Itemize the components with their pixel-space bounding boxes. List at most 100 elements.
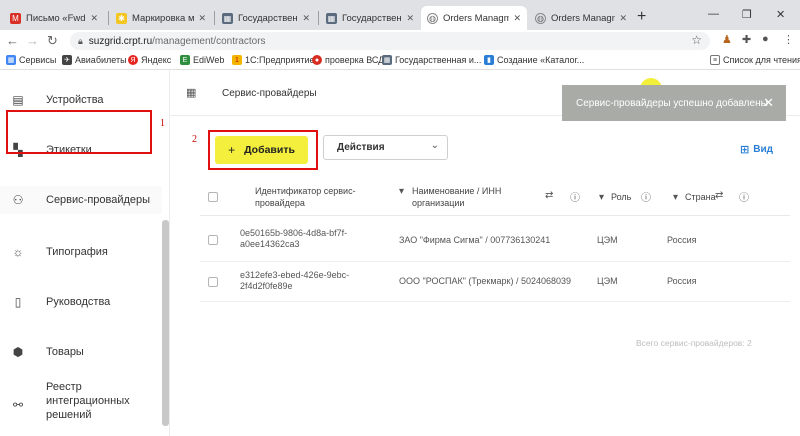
browser-tab[interactable]: ◍ Orders Managment ✕	[529, 6, 633, 30]
browser-toolbar: ← → ↻ 🔒︎ suzgrid.crpt.ru/management/cont…	[0, 30, 800, 52]
page-title: Сервис-провайдеры	[222, 88, 317, 99]
sidebar-item-label: Товары	[46, 346, 84, 358]
puzzle-icon[interactable]: ✚	[742, 33, 751, 46]
browser-tab[interactable]: ▦ Государственная и ✕	[216, 6, 316, 30]
browser-tab[interactable]: M Письмо «Fwd: Иде ✕	[4, 6, 104, 30]
toast-message: Сервис-провайдеры успешно добавлены	[576, 97, 768, 109]
tab-label: Государственная и	[238, 12, 298, 24]
back-icon[interactable]: ←	[6, 33, 19, 48]
forward-icon[interactable]: →	[26, 33, 39, 48]
toast-notification: Сервис-провайдеры успешно добавлены ✕	[562, 85, 786, 121]
bookmark-label: Создание «Каталог...	[497, 55, 585, 65]
cell-role: ЦЭМ	[597, 276, 618, 286]
reload-icon[interactable]: ↻	[47, 33, 58, 49]
bookmark-item[interactable]: ▦ Государственная и...	[382, 55, 481, 65]
view-label: Вид	[753, 144, 773, 155]
sidebar-item-goods[interactable]: ⬢ Товары	[0, 338, 162, 366]
cell-country: Россия	[667, 235, 697, 245]
cell-role: ЦЭМ	[597, 235, 618, 245]
url-path: /management/contractors	[152, 35, 266, 47]
bookmark-star-icon[interactable]: ☆	[691, 33, 702, 47]
filter-icon[interactable]: ⇄	[715, 190, 723, 201]
table-row[interactable]: 0e50165b-9806-4d8a-bf7f-a0ee14362ca3 ЗАО…	[200, 218, 790, 262]
tab-label: Orders Managment	[551, 12, 615, 24]
table-row[interactable]: e312efe3-ebed-426e-9ebc-2f4d2f0fe89e ООО…	[200, 262, 790, 302]
close-icon[interactable]: ✕	[513, 13, 521, 24]
close-icon[interactable]: ✕	[619, 13, 627, 24]
close-window-icon[interactable]: ✕	[776, 8, 785, 21]
highlight-box	[6, 110, 152, 154]
select-all-checkbox[interactable]	[208, 192, 218, 202]
column-header-name[interactable]: Наименование / ИНН организации	[412, 185, 522, 209]
tab-label: Orders Managment	[443, 12, 510, 24]
row-checkbox[interactable]	[208, 235, 218, 245]
sidebar-item-label: Реестр интеграционных решений	[46, 381, 130, 421]
annotation-number: 1	[160, 118, 165, 129]
bookmark-item[interactable]: ▮ Создание «Каталог...	[484, 55, 584, 65]
sidebar-item-printing[interactable]: ☼ Типография	[0, 238, 162, 266]
sidebar-scrollbar[interactable]	[162, 220, 169, 426]
minimize-icon[interactable]: —	[708, 8, 719, 20]
tab-favicon-icon: ✱	[116, 12, 127, 24]
actions-dropdown[interactable]: Действия ⌄	[323, 135, 448, 160]
column-header-role[interactable]: Роль	[611, 191, 631, 203]
menu-icon[interactable]: ⋮	[783, 33, 794, 46]
sort-icon[interactable]: ▾	[599, 192, 604, 203]
sidebar-item-label: Руководства	[46, 296, 111, 308]
bookmark-item[interactable]: Я Яндекс	[128, 55, 171, 65]
extension-icon[interactable]: ♟	[722, 33, 732, 46]
column-header-country[interactable]: Страна	[685, 191, 716, 203]
reading-list-icon: ≡	[710, 55, 720, 65]
view-button[interactable]: ⊞ Вид	[740, 143, 773, 156]
browser-tab[interactable]: ▦ Государственная и ✕	[320, 6, 420, 30]
close-icon[interactable]: ✕	[406, 13, 414, 24]
table-header: Идентификатор сервис-провайдера ▾ Наимен…	[200, 178, 790, 216]
close-icon[interactable]: ✕	[90, 13, 98, 24]
profile-icon[interactable]: ●	[762, 33, 769, 45]
globe-icon: ◍	[427, 12, 438, 24]
maximize-icon[interactable]: ❐	[742, 8, 752, 21]
bookmark-item[interactable]: ✈ Авиабилеты	[62, 55, 127, 65]
plus-icon: +	[228, 143, 236, 157]
tab-favicon-icon: ▦	[326, 12, 337, 24]
sidebar-item-service-providers[interactable]: ⚇ Сервис-провайдеры	[0, 186, 162, 214]
add-button[interactable]: + Добавить	[215, 136, 308, 164]
reading-list[interactable]: ≡ Список для чтения	[710, 55, 800, 65]
info-icon[interactable]: ⓘ	[570, 189, 580, 204]
bookmark-label: EdiWeb	[193, 55, 225, 65]
close-icon[interactable]: ✕	[302, 13, 310, 24]
bookmark-item[interactable]: E EdiWeb	[180, 55, 224, 65]
bookmark-label: Яндекс	[141, 55, 172, 65]
vsd-icon: ●	[312, 55, 322, 65]
sort-icon[interactable]: ▾	[673, 192, 678, 203]
gmail-icon: M	[10, 12, 21, 24]
sidebar-item-guides[interactable]: ▯ Руководства	[0, 288, 162, 316]
lock-icon: 🔒︎	[78, 35, 83, 46]
close-icon[interactable]: ✕	[763, 95, 774, 111]
network-icon: ⚯	[12, 398, 24, 412]
add-button-label: Добавить	[244, 144, 295, 156]
info-icon[interactable]: ⓘ	[641, 189, 651, 204]
filter-icon[interactable]: ⇄	[545, 190, 553, 201]
cell-name: ООО "РОСПАК" (Трекмарк) / 5024068039	[399, 276, 572, 286]
document-icon: ▯	[14, 295, 22, 309]
row-checkbox[interactable]	[208, 277, 218, 287]
info-icon[interactable]: ⓘ	[739, 189, 749, 204]
grid-icon[interactable]: ▦	[186, 86, 196, 99]
tab-favicon-icon: ▦	[222, 12, 233, 24]
annotation-number: 2	[192, 134, 197, 145]
service-provider-icon: ⚇	[12, 193, 24, 207]
sort-icon[interactable]: ▾	[399, 186, 404, 197]
column-header-id[interactable]: Идентификатор сервис-провайдера	[255, 185, 385, 209]
bookmark-label: 1С:Предприятие	[245, 55, 315, 65]
bookmark-item[interactable]: ● проверка ВСД	[312, 55, 384, 65]
bookmark-item[interactable]: 1 1С:Предприятие	[232, 55, 314, 65]
new-tab-icon[interactable]: +	[637, 8, 646, 26]
address-bar[interactable]: 🔒︎ suzgrid.crpt.ru/management/contractor…	[70, 32, 710, 50]
bookmark-item[interactable]: ▦ Сервисы	[6, 55, 56, 65]
sidebar-item-integration-registry[interactable]: ⚯ Реестр интеграционных решений	[0, 378, 162, 426]
close-icon[interactable]: ✕	[198, 13, 206, 24]
browser-tab-active[interactable]: ◍ Orders Managment ✕	[421, 6, 527, 30]
bookmark-label: Государственная и...	[395, 55, 482, 65]
browser-tab[interactable]: ✱ Маркировка моло ✕	[110, 6, 212, 30]
